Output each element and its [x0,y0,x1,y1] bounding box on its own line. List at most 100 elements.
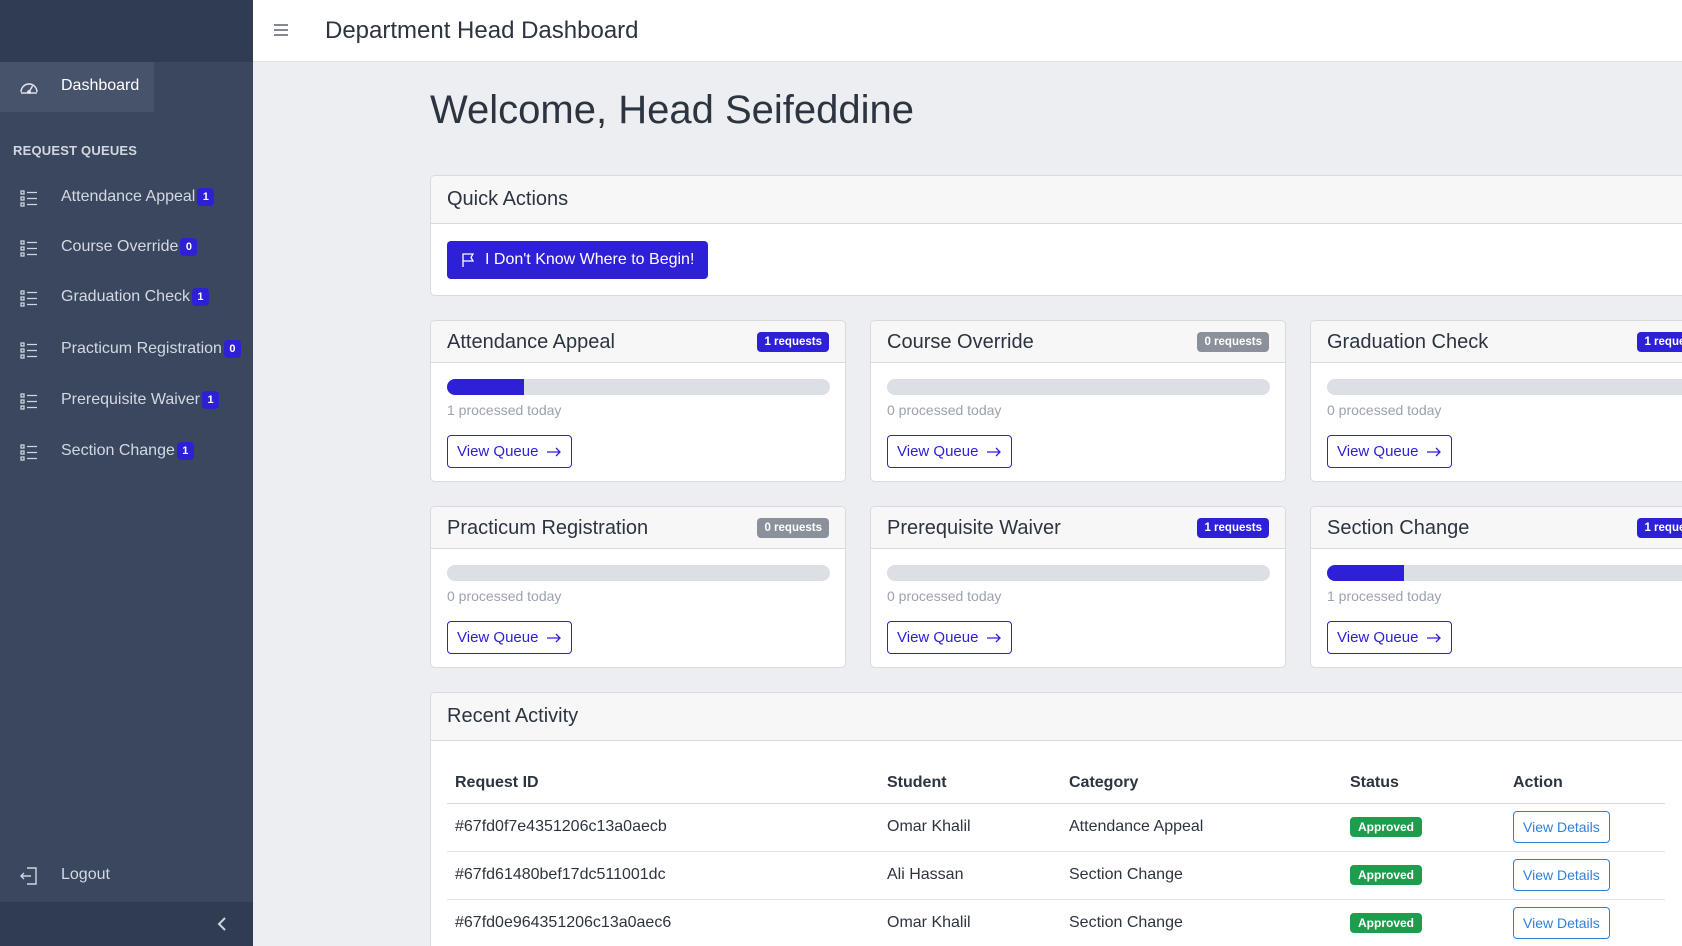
count-badge: 1 [197,188,215,206]
recent-activity-table: Request ID Student Category Status Actio… [447,763,1665,946]
speedometer-icon [20,83,38,94]
column-header: Action [1505,763,1665,804]
top-header: Department Head Dashboard [253,0,1682,62]
student-cell: Omar Khalil [879,899,1061,946]
panel-header: Recent Activity [431,693,1682,741]
queue-card: Course Override 0 requests 0 processed t… [870,320,1286,482]
card-title: Section Change [1327,517,1470,539]
arrow-right-icon [547,633,562,642]
table-row: #67fd61480bef17dc511001dc Ali Hassan Sec… [447,851,1665,900]
sidebar-item-graduation-check[interactable]: Graduation Check 1 [0,278,253,318]
logout-label: Logout [61,866,110,883]
action-cell: View Details [1505,899,1665,946]
card-header: Attendance Appeal 1 requests [431,321,845,363]
view-queue-button[interactable]: View Queue [1327,621,1453,654]
sidebar-item-label: Graduation Check [61,288,190,305]
chevron-left-icon [217,917,226,931]
student-cell: Omar Khalil [879,803,1061,852]
list-icon [20,342,37,359]
welcome-heading: Welcome, Head Seifeddine [430,88,914,132]
sidebar-item-attendance-appeal[interactable]: Attendance Appeal 1 [0,178,253,218]
flag-icon [462,253,475,267]
table-row: #67fd0e964351206c13a0aec6 Omar Khalil Se… [447,899,1665,946]
view-details-button[interactable]: View Details [1513,811,1610,843]
requests-badge: 1 requests [1637,332,1682,352]
requests-badge: 1 requests [757,332,829,352]
progress-bar [1327,565,1682,581]
sidebar-item-prerequisite-waiver[interactable]: Prerequisite Waiver 1 [0,381,253,421]
sidebar-item-course-override[interactable]: Course Override 0 [0,228,253,268]
processed-count: 0 processed today [1327,402,1442,418]
sidebar-item-section-change[interactable]: Section Change 1 [0,432,253,472]
view-queue-button[interactable]: View Queue [1327,435,1453,468]
category-cell: Section Change [1061,851,1342,900]
progress-bar [447,565,830,581]
view-queue-label: View Queue [1337,629,1419,646]
requests-badge: 0 requests [757,518,829,538]
action-cell: View Details [1505,851,1665,900]
count-badge: 0 [180,238,198,256]
arrow-right-icon [987,633,1002,642]
progress-bar [447,379,830,395]
view-details-button[interactable]: View Details [1513,859,1610,891]
table-row: #67fd0f7e4351206c13a0aecb Omar Khalil At… [447,803,1665,852]
status-badge: Approved [1350,865,1423,885]
quick-actions-panel: Quick Actions I Don't Know Where to Begi… [430,175,1682,296]
card-header: Course Override 0 requests [871,321,1285,363]
view-queue-button[interactable]: View Queue [447,435,573,468]
card-title: Graduation Check [1327,331,1489,353]
progress-fill [447,379,524,395]
request-id-cell: #67fd0e964351206c13a0aec6 [447,899,879,946]
count-badge: 1 [176,442,194,460]
queue-card: Practicum Registration 0 requests 0 proc… [430,506,846,668]
hamburger-menu-icon[interactable] [272,21,290,39]
view-queue-label: View Queue [457,629,539,646]
sidebar-item-practicum-registration[interactable]: Practicum Registration 0 [0,330,253,370]
requests-badge: 0 requests [1197,332,1269,352]
view-queue-button[interactable]: View Queue [887,621,1013,654]
view-details-button[interactable]: View Details [1513,907,1610,939]
get-started-button[interactable]: I Don't Know Where to Begin! [447,241,709,279]
collapse-sidebar-button[interactable] [212,912,232,936]
status-badge: Approved [1350,817,1423,837]
arrow-right-icon [1427,447,1442,456]
requests-badge: 1 requests [1197,518,1269,538]
sidebar-item-label: Course Override [61,238,179,255]
sidebar-item-label: Prerequisite Waiver [61,391,201,408]
list-icon [20,190,37,207]
status-cell: Approved [1342,851,1505,900]
requests-badge: 1 requests [1637,518,1682,538]
sidebar-item-label: Practicum Registration [61,340,222,357]
card-title: Prerequisite Waiver [887,517,1061,539]
view-queue-label: View Queue [897,629,979,646]
panel-header: Quick Actions [431,176,1682,224]
logout-button[interactable]: Logout [0,856,253,896]
count-badge: 1 [202,391,220,409]
view-queue-button[interactable]: View Queue [447,621,573,654]
column-header: Status [1342,763,1505,804]
card-title: Attendance Appeal [447,331,615,353]
list-icon [20,393,37,410]
processed-count: 0 processed today [447,588,562,604]
progress-bar [1327,379,1682,395]
arrow-right-icon [987,447,1002,456]
view-queue-button[interactable]: View Queue [887,435,1013,468]
get-started-label: I Don't Know Where to Begin! [485,251,695,268]
card-header: Graduation Check 1 requests [1311,321,1682,363]
card-header: Prerequisite Waiver 1 requests [871,507,1285,549]
card-title: Course Override [887,331,1034,353]
arrow-right-icon [1427,633,1442,642]
progress-bar [887,379,1270,395]
table-header-row: Request ID Student Category Status Actio… [447,763,1665,804]
queue-card: Prerequisite Waiver 1 requests 0 process… [870,506,1286,668]
view-queue-label: View Queue [457,443,539,460]
processed-count: 1 processed today [1327,588,1442,604]
column-header: Category [1061,763,1342,804]
sidebar: Dashboard REQUEST QUEUES Attendance Appe… [0,0,253,946]
request-id-cell: #67fd61480bef17dc511001dc [447,851,879,900]
category-cell: Section Change [1061,899,1342,946]
status-badge: Approved [1350,913,1423,933]
sidebar-item-dashboard[interactable]: Dashboard [0,62,154,112]
progress-fill [1327,565,1404,581]
list-icon [20,290,37,307]
